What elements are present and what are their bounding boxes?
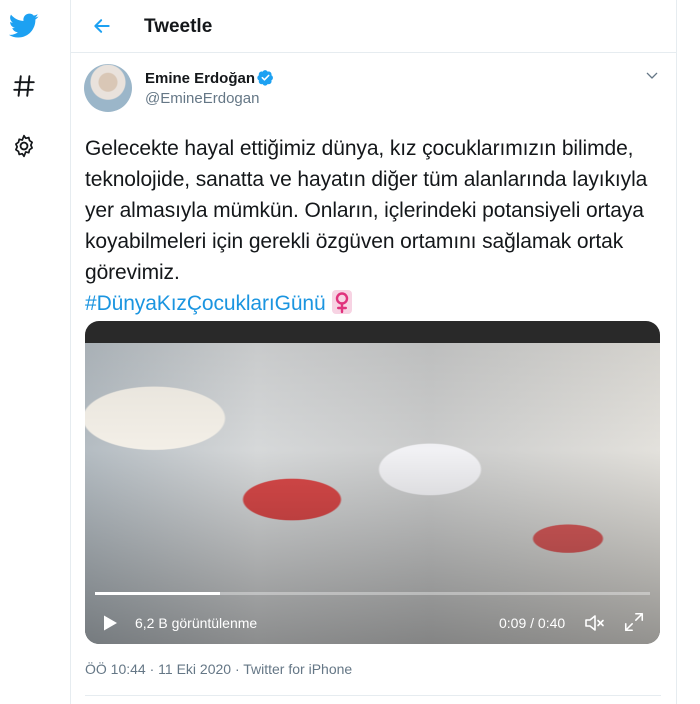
page-title: Tweetle bbox=[144, 16, 213, 37]
hashtag-link[interactable]: #DünyaKızÇocuklarıGünü bbox=[85, 292, 326, 315]
female-sign-emoji-icon bbox=[331, 290, 352, 314]
divider bbox=[85, 695, 661, 696]
twitter-bird-icon[interactable] bbox=[8, 10, 40, 42]
hashtag-icon[interactable] bbox=[8, 70, 40, 102]
verified-badge-icon bbox=[257, 70, 273, 86]
tweet-body: Gelecekte hayal ettiğimiz dünya, kız çoc… bbox=[85, 133, 655, 319]
author-handle[interactable]: @EmineErdogan bbox=[145, 90, 259, 107]
tweet-timestamp[interactable]: ÖÖ 10:44 · 11 Eki 2020 · Twitter for iPh… bbox=[85, 661, 352, 677]
page-header: Tweetle bbox=[70, 0, 676, 53]
author-name[interactable]: Emine Erdoğan bbox=[145, 70, 255, 87]
video-views: 6,2 B görüntülenme bbox=[135, 615, 258, 631]
avatar[interactable] bbox=[84, 64, 132, 112]
chevron-down-icon[interactable] bbox=[644, 68, 660, 84]
left-rail bbox=[0, 0, 71, 704]
volume-icon[interactable] bbox=[583, 611, 607, 635]
back-arrow-icon[interactable] bbox=[88, 12, 116, 40]
play-icon[interactable] bbox=[101, 614, 119, 632]
gear-icon[interactable] bbox=[8, 130, 40, 162]
video-player[interactable]: 6,2 B görüntülenme 0:09 / 0:40 bbox=[85, 321, 660, 644]
video-progress-bar[interactable] bbox=[95, 592, 650, 595]
tweet-text: Gelecekte hayal ettiğimiz dünya, kız çoc… bbox=[85, 137, 648, 284]
video-overlay bbox=[85, 321, 660, 644]
fullscreen-icon[interactable] bbox=[623, 611, 645, 633]
tweet-detail-column: Tweetle Emine Erdoğan @EmineErdogan Gele… bbox=[70, 0, 677, 704]
video-time: 0:09 / 0:40 bbox=[499, 615, 566, 631]
video-progress-fill bbox=[95, 592, 220, 595]
